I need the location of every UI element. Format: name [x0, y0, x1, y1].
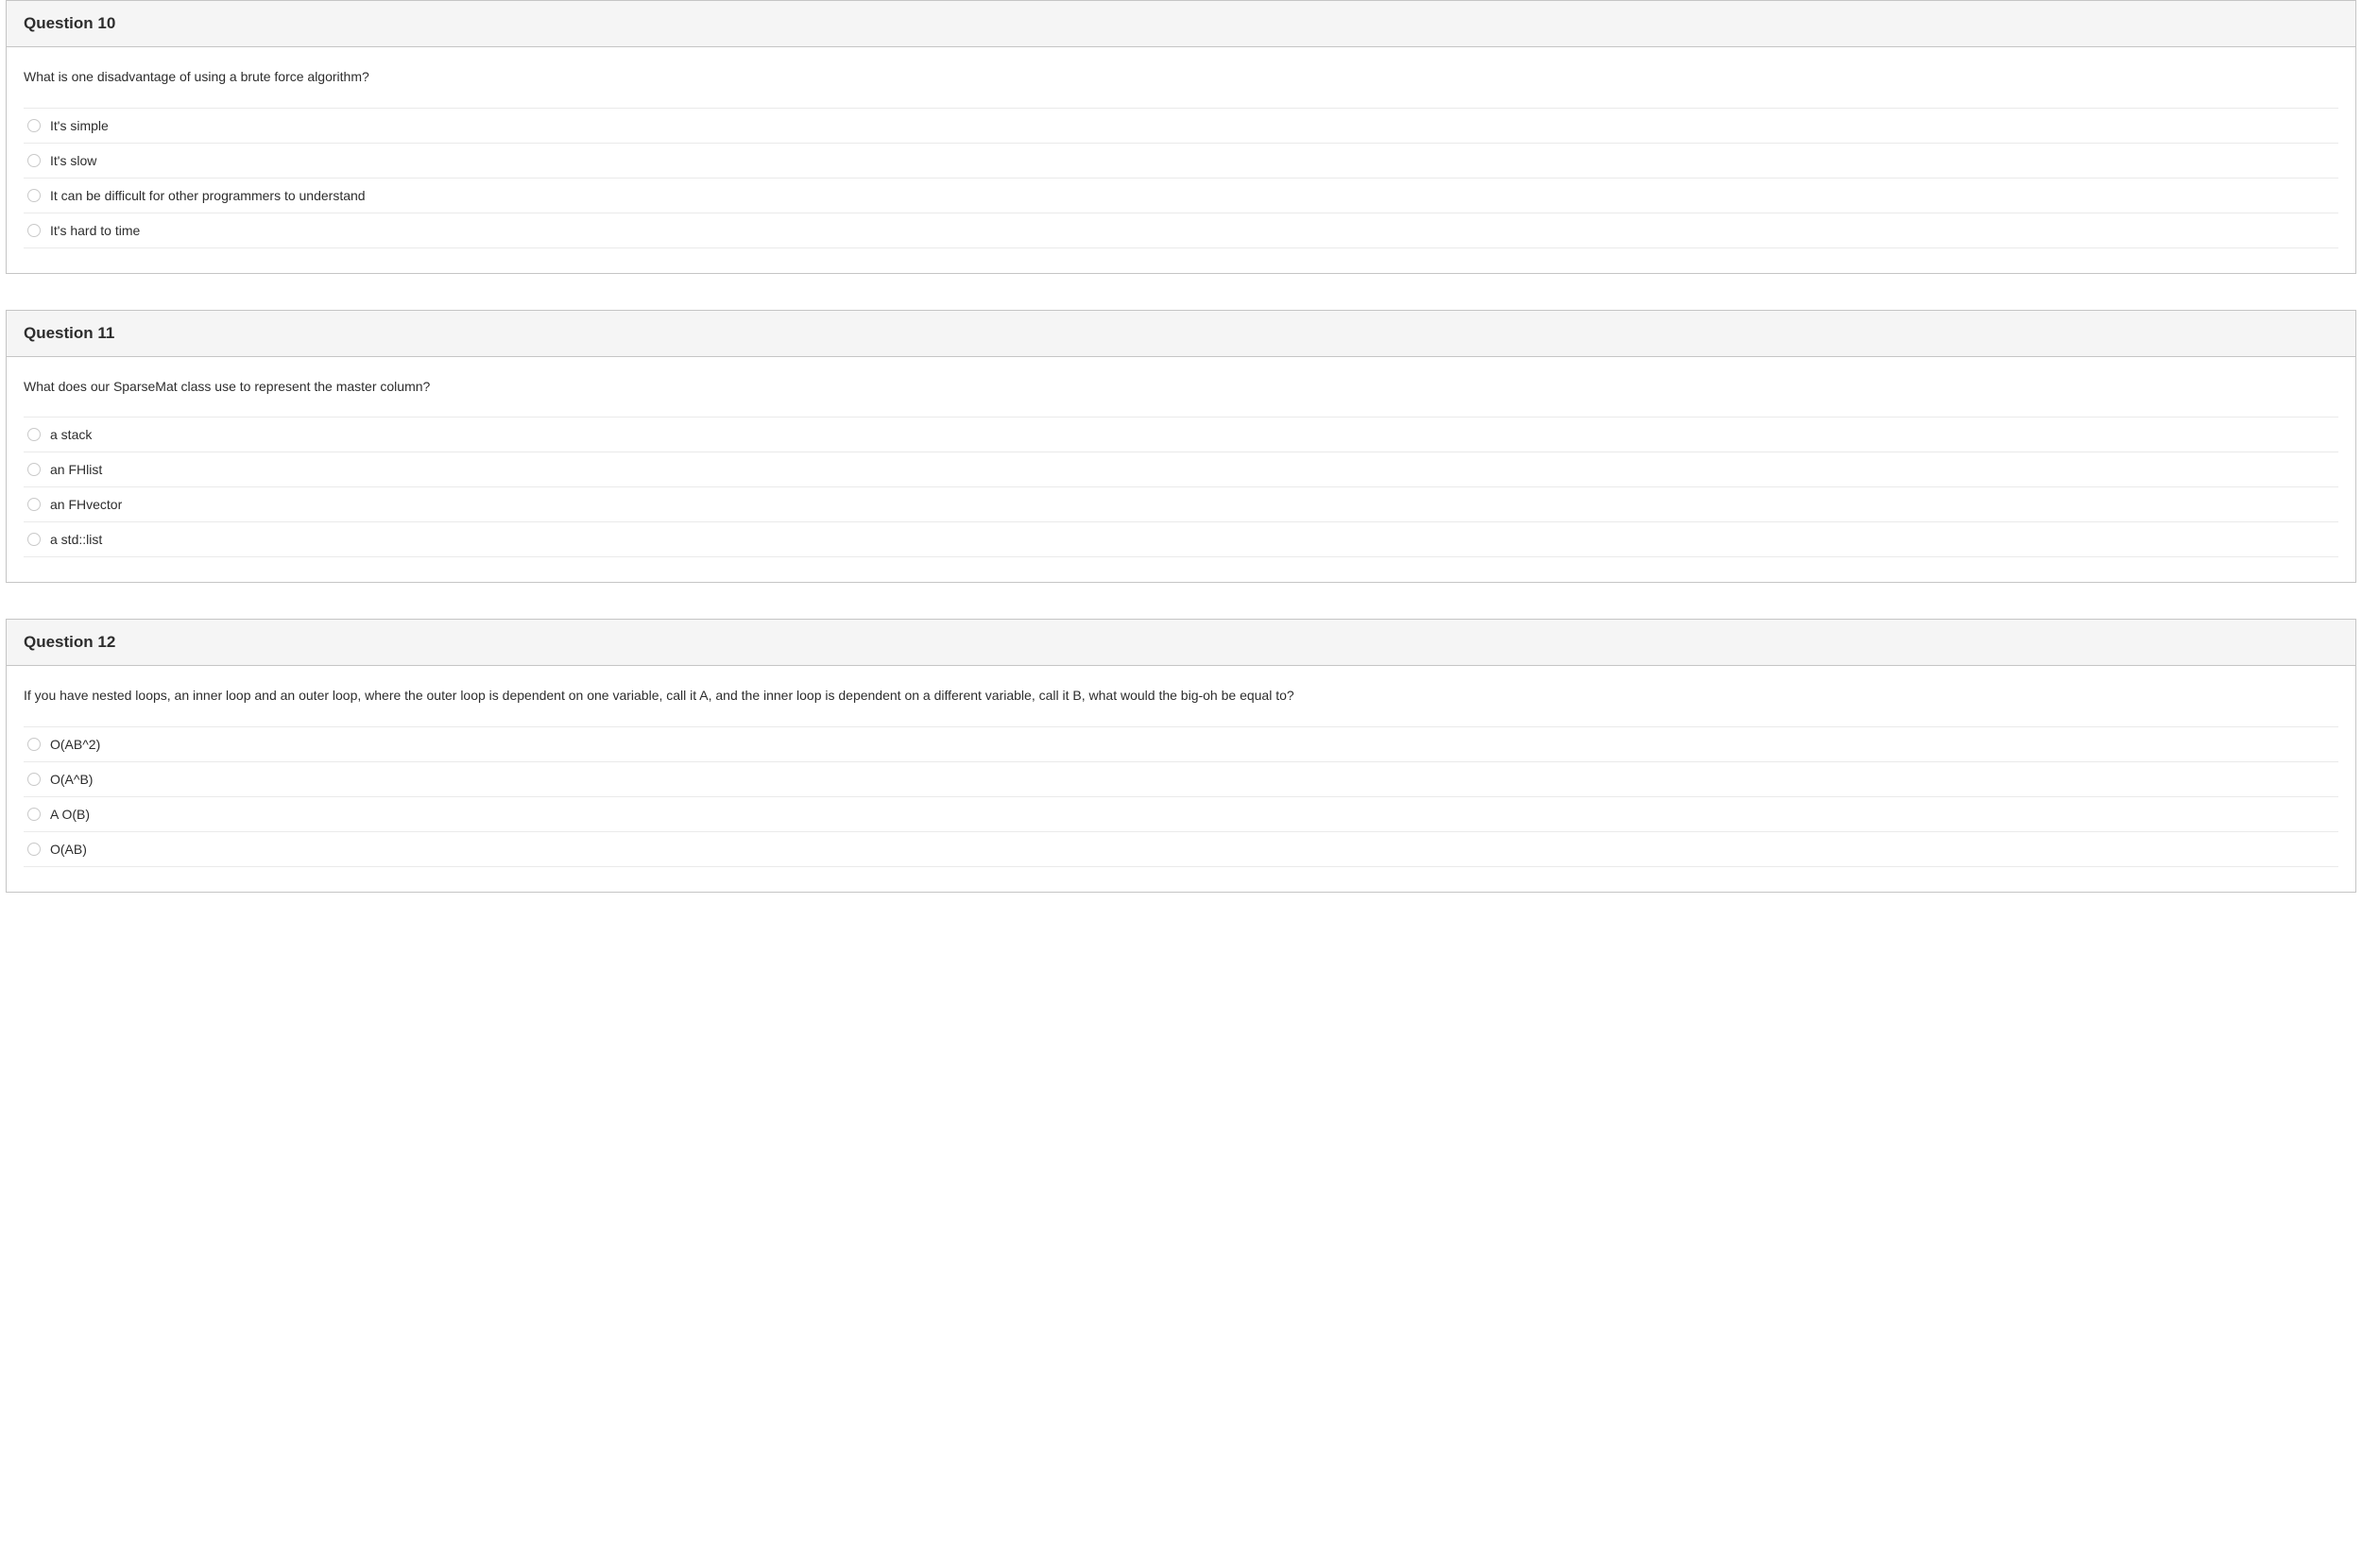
radio-icon [27, 738, 41, 751]
question-header: Question 11 [7, 311, 2355, 357]
answer-text: an FHvector [50, 497, 122, 512]
radio-icon [27, 808, 41, 821]
answer-text: O(AB) [50, 842, 87, 857]
answer-option[interactable]: It's hard to time [24, 213, 2338, 248]
answer-option[interactable]: It can be difficult for other programmer… [24, 179, 2338, 213]
question-prompt: What is one disadvantage of using a brut… [24, 68, 2338, 87]
answer-text: a stack [50, 427, 92, 442]
radio-icon [27, 428, 41, 441]
radio-icon [27, 533, 41, 546]
answer-option[interactable]: O(AB) [24, 832, 2338, 867]
answer-option[interactable]: a std::list [24, 522, 2338, 557]
answer-option[interactable]: It's simple [24, 109, 2338, 144]
answer-option[interactable]: O(AB^2) [24, 727, 2338, 762]
quiz-page: Question 10 What is one disadvantage of … [0, 0, 2362, 985]
radio-icon [27, 154, 41, 167]
answer-text: a std::list [50, 532, 102, 547]
answer-list: It's simple It's slow It can be difficul… [24, 108, 2338, 248]
question-prompt: What does our SparseMat class use to rep… [24, 378, 2338, 397]
question-title: Question 12 [24, 633, 115, 651]
answer-text: It can be difficult for other programmer… [50, 188, 366, 203]
question-title: Question 10 [24, 14, 115, 32]
answer-option[interactable]: A O(B) [24, 797, 2338, 832]
question-header: Question 10 [7, 1, 2355, 47]
radio-icon [27, 119, 41, 132]
answer-text: an FHlist [50, 462, 102, 477]
answer-text: O(A^B) [50, 772, 93, 787]
answer-option[interactable]: It's slow [24, 144, 2338, 179]
question-body: What is one disadvantage of using a brut… [7, 47, 2355, 273]
answer-option[interactable]: a stack [24, 418, 2338, 452]
radio-icon [27, 773, 41, 786]
answer-text: It's slow [50, 153, 96, 168]
question-body: What does our SparseMat class use to rep… [7, 357, 2355, 583]
radio-icon [27, 224, 41, 237]
question-title: Question 11 [24, 324, 114, 342]
answer-text: It's simple [50, 118, 109, 133]
radio-icon [27, 189, 41, 202]
answer-option[interactable]: an FHvector [24, 487, 2338, 522]
radio-icon [27, 498, 41, 511]
answer-list: a stack an FHlist an FHvector a std::lis… [24, 417, 2338, 557]
question-card-11: Question 11 What does our SparseMat clas… [6, 310, 2356, 584]
answer-text: It's hard to time [50, 223, 140, 238]
radio-icon [27, 843, 41, 856]
answer-list: O(AB^2) O(A^B) A O(B) O(AB) [24, 726, 2338, 867]
question-header: Question 12 [7, 620, 2355, 666]
question-card-10: Question 10 What is one disadvantage of … [6, 0, 2356, 274]
question-card-12: Question 12 If you have nested loops, an… [6, 619, 2356, 893]
answer-option[interactable]: O(A^B) [24, 762, 2338, 797]
question-prompt: If you have nested loops, an inner loop … [24, 687, 2338, 706]
answer-text: O(AB^2) [50, 737, 100, 752]
radio-icon [27, 463, 41, 476]
answer-text: A O(B) [50, 807, 90, 822]
answer-option[interactable]: an FHlist [24, 452, 2338, 487]
question-body: If you have nested loops, an inner loop … [7, 666, 2355, 892]
